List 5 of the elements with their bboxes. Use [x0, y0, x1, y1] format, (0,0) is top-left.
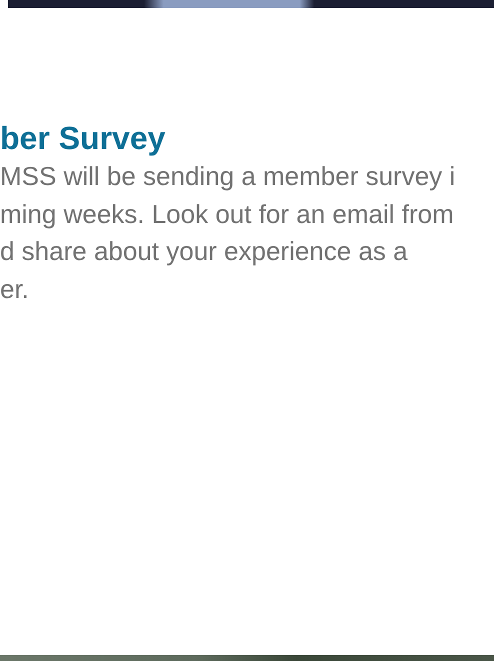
body-text-line: ming weeks. Look out for an email from: [0, 198, 455, 230]
body-text-line: d share about your experience as a: [0, 235, 409, 268]
section-heading: ber Survey: [0, 119, 166, 158]
body-text-line: MSS will be sending a member survey i: [0, 160, 456, 193]
body-text-line: er.: [0, 272, 30, 306]
